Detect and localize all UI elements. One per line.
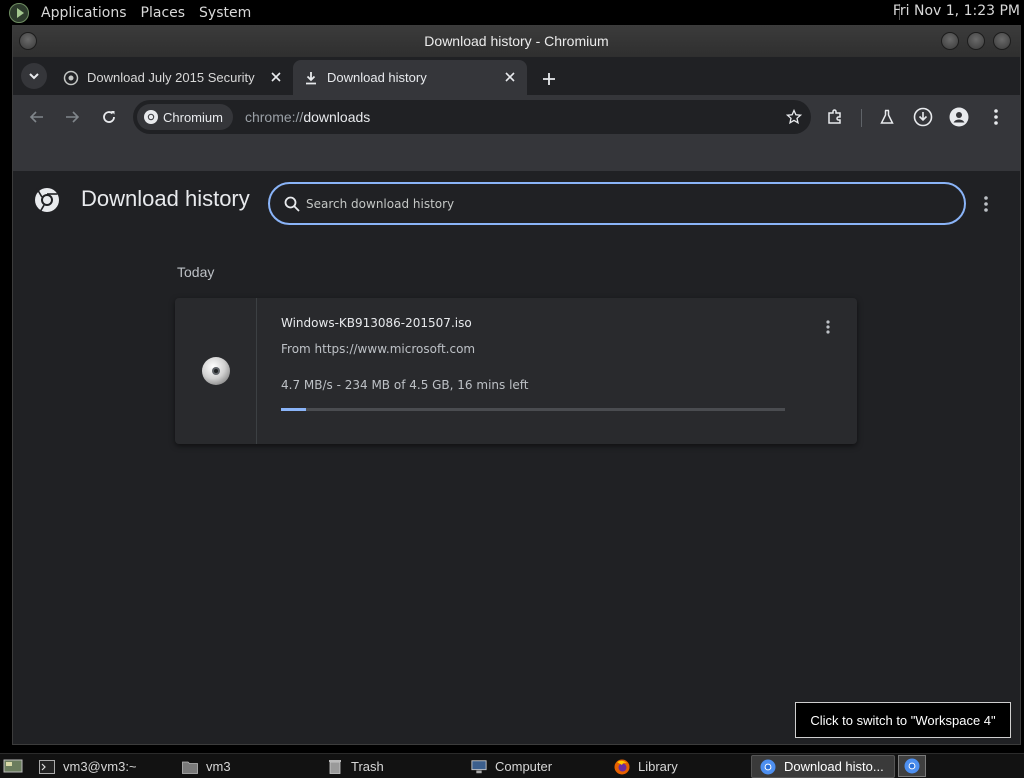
taskbar-label: Library (638, 759, 678, 774)
show-desktop-button[interactable] (2, 756, 24, 776)
window-title: Download history - Chromium (424, 33, 609, 49)
tab-security-download[interactable]: Download July 2015 Security (53, 60, 293, 95)
desktop-icon (3, 759, 23, 773)
search-input[interactable] (306, 196, 964, 211)
reload-icon (103, 111, 115, 123)
terminal-icon (39, 759, 55, 775)
menu-places[interactable]: Places (134, 5, 193, 21)
labs-button[interactable] (875, 105, 899, 129)
browser-window: Download history - Chromium Download Jul… (12, 25, 1021, 745)
chromium-icon (144, 110, 158, 124)
browser-menu-button[interactable] (984, 105, 1008, 129)
date-section-label: Today (177, 264, 215, 280)
flask-icon (880, 109, 894, 124)
top-panel: Applications Places System Fri Nov 1, 1:… (0, 0, 1024, 25)
search-box[interactable] (268, 182, 966, 225)
maximize-button[interactable] (967, 32, 985, 50)
page-menu-button[interactable] (975, 193, 997, 215)
taskbar-item-chromium[interactable]: Download histo... (751, 755, 895, 778)
folder-icon (182, 759, 198, 775)
taskbar-item-library[interactable]: Library (606, 755, 749, 778)
back-button[interactable] (25, 105, 49, 129)
window-titlebar[interactable]: Download history - Chromium (13, 26, 1020, 57)
profile-button[interactable] (947, 105, 971, 129)
menu-applications[interactable]: Applications (34, 5, 134, 21)
workspace-tooltip: Click to switch to "Workspace 4" (795, 702, 1011, 738)
taskbar-item-computer[interactable]: Computer (463, 755, 606, 778)
taskbar-label: Download histo... (784, 759, 884, 774)
download-circle-icon (913, 107, 933, 127)
tab-title: Download July 2015 Security (87, 70, 255, 85)
download-more-actions-button[interactable] (817, 316, 839, 338)
web-icon (63, 70, 79, 86)
tab-download-history[interactable]: Download history (293, 60, 527, 95)
clock[interactable]: Fri Nov 1, 1:23 PM (893, 3, 1020, 19)
close-tab-icon[interactable] (503, 70, 517, 84)
download-icon (303, 70, 319, 86)
avatar-icon (949, 107, 969, 127)
menu-system[interactable]: System (192, 5, 258, 21)
chevron-down-icon (29, 73, 39, 80)
extensions-button[interactable] (823, 105, 847, 129)
distro-logo-icon[interactable] (9, 2, 29, 23)
browser-toolbar: Chromium chrome://downloads (13, 95, 1020, 139)
url-text: chrome://downloads (244, 109, 371, 125)
downloads-button[interactable] (911, 105, 935, 129)
bottom-panel: vm3@vm3:~ vm3 Trash Computer Library Dow… (0, 753, 1024, 778)
download-progress-bar (281, 408, 785, 411)
workspace-switcher[interactable] (898, 755, 926, 777)
taskbar-item-terminal[interactable]: vm3@vm3:~ (31, 755, 172, 778)
taskbar-item-trash[interactable]: Trash (319, 755, 462, 778)
search-icon (282, 194, 302, 214)
tab-strip: Download July 2015 Security Download his… (13, 57, 1020, 95)
close-tab-icon[interactable] (269, 70, 283, 84)
arrow-left-icon (29, 111, 43, 123)
forward-button[interactable] (60, 105, 84, 129)
chromium-logo-icon (35, 187, 59, 214)
download-item: Windows-KB913086-201507.iso From https:/… (175, 298, 857, 444)
taskbar-item-folder[interactable]: vm3 (174, 755, 317, 778)
tab-search-button[interactable] (21, 63, 47, 89)
chromium-icon (904, 758, 920, 774)
trash-icon (327, 759, 343, 775)
site-chip-label: Chromium (163, 109, 223, 125)
address-bar[interactable]: Chromium chrome://downloads (133, 100, 811, 134)
disc-icon (201, 357, 230, 385)
close-window-button[interactable] (993, 32, 1011, 50)
arrow-right-icon (66, 111, 80, 123)
reload-button[interactable] (97, 105, 121, 129)
star-icon (786, 109, 802, 125)
firefox-icon (614, 759, 630, 775)
toolbar-separator (861, 109, 862, 127)
download-progress-fill (281, 408, 307, 411)
plus-icon (543, 73, 555, 85)
tab-title: Download history (327, 70, 427, 85)
bookmark-star-button[interactable] (783, 106, 805, 128)
minimize-button[interactable] (941, 32, 959, 50)
kebab-menu-icon (984, 196, 988, 212)
kebab-menu-icon (994, 109, 998, 125)
site-info-chip[interactable]: Chromium (137, 104, 233, 130)
page-title: Download history (81, 186, 250, 211)
taskbar-label: vm3 (206, 759, 231, 774)
kebab-menu-icon (826, 320, 830, 334)
download-status: 4.7 MB/s - 234 MB of 4.5 GB, 16 mins lef… (281, 378, 529, 392)
downloads-page: Download history Today Windows-KB913086-… (13, 171, 1020, 744)
computer-icon (471, 759, 487, 775)
taskbar-label: Computer (495, 759, 553, 774)
download-source-url[interactable]: From https://www.microsoft.com (281, 342, 475, 356)
puzzle-icon (828, 109, 841, 124)
download-filename[interactable]: Windows-KB913086-201507.iso (281, 316, 472, 330)
chromium-icon (760, 759, 776, 775)
new-tab-button[interactable] (535, 65, 563, 93)
bookmarks-bar (13, 139, 1020, 171)
taskbar-label: vm3@vm3:~ (63, 759, 137, 774)
taskbar-label: Trash (351, 759, 384, 774)
file-icon-area (175, 298, 257, 444)
